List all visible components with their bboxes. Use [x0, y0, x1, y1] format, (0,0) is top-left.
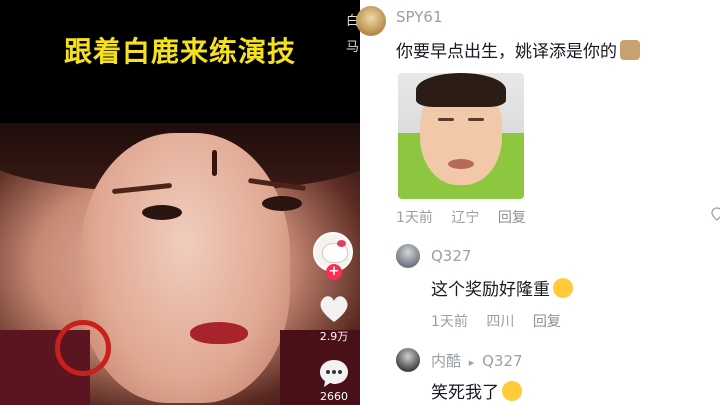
doge-emoji-icon [620, 40, 640, 60]
laughing-emoji-icon [502, 381, 522, 401]
comment-meta: 1天前 辽宁 回复 [396, 207, 540, 227]
user-avatar[interactable] [356, 6, 386, 36]
like-comment-icon[interactable] [711, 207, 720, 221]
earring [55, 320, 111, 376]
comment-time: 1天前 [396, 210, 433, 226]
comment-username[interactable]: SPY61 [396, 8, 443, 26]
reply-location: 四川 [486, 314, 515, 330]
crying-emoji-icon [553, 278, 573, 298]
actress-face [80, 133, 290, 403]
user-avatar[interactable] [396, 244, 420, 268]
comment-location: 辽宁 [451, 210, 480, 226]
follow-button[interactable]: + [326, 264, 342, 280]
comment-bubble-icon[interactable] [318, 358, 350, 388]
reply-username[interactable]: Q327 [431, 247, 471, 265]
reply-text: 笑死我了 [431, 378, 522, 403]
forehead-mark [212, 150, 217, 176]
reply-username[interactable]: 内酷 [431, 352, 461, 370]
comment-list: SPY61 你要早点出生，姚译添是你的 1天前 辽宁 回复 Q327 这个奖励好… [356, 0, 720, 405]
reply-button[interactable]: 回复 [498, 210, 526, 226]
reply-to-username[interactable]: Q327 [482, 352, 522, 370]
lips [190, 322, 248, 344]
like-count: 2.9万 [319, 330, 349, 343]
comment-count: 2660 [320, 390, 348, 403]
reply-text: 这个奖励好隆重 [431, 275, 573, 300]
video-player[interactable]: 跟着白鹿来练演技 [0, 0, 360, 405]
user-avatar[interactable] [396, 348, 420, 372]
reply-arrow-icon: ▸ [468, 356, 475, 369]
video-caption: 跟着白鹿来练演技 [63, 35, 296, 68]
strip-char-2: 马 [346, 40, 360, 55]
comment-text: 你要早点出生，姚译添是你的 [396, 37, 640, 62]
comment-sticker-image[interactable] [398, 73, 524, 199]
reply-time: 1天前 [431, 314, 468, 330]
reply-button[interactable]: 回复 [533, 314, 561, 330]
reply-meta: 1天前 四川 回复 [431, 311, 575, 331]
reply-username-line: 内酷 ▸ Q327 [431, 350, 523, 371]
eye-right [262, 196, 302, 211]
eye-left [142, 205, 182, 220]
heart-icon[interactable] [318, 294, 350, 324]
